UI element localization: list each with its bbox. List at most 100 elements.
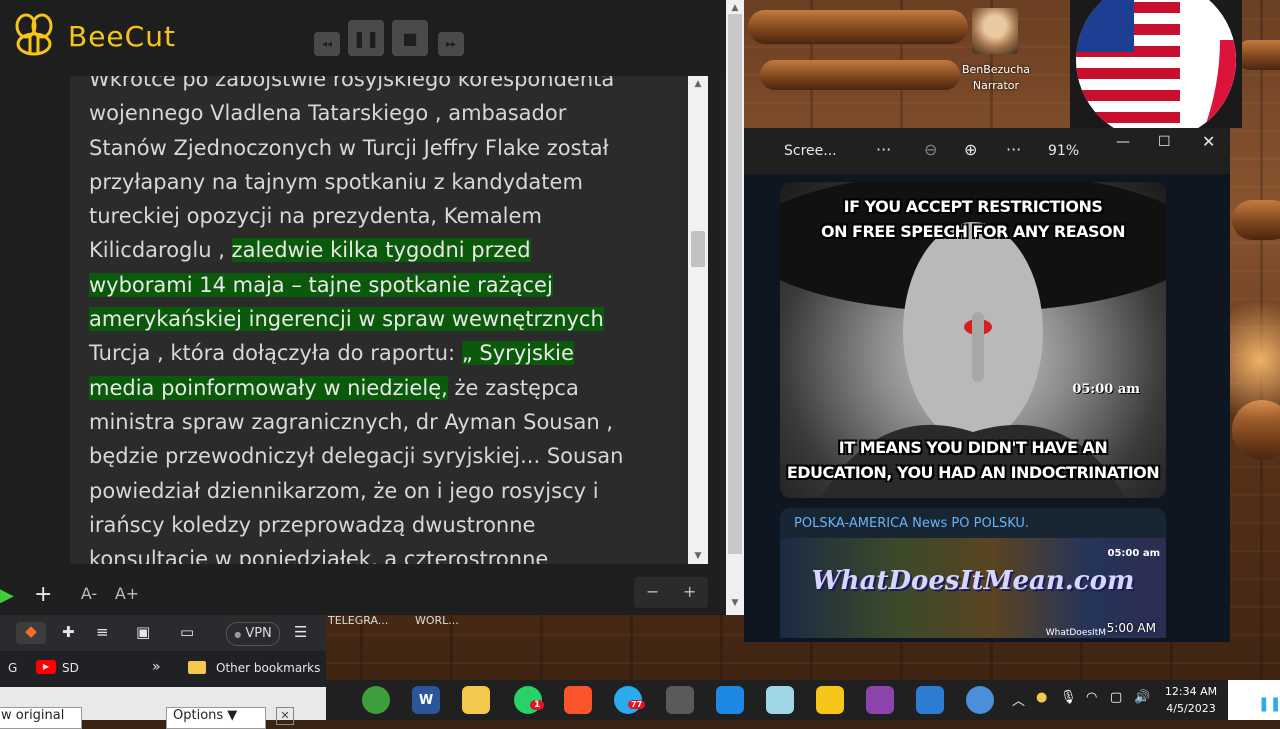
bookmark-g[interactable]: G [8, 661, 17, 675]
tab-world[interactable]: WORL... [415, 614, 459, 628]
other-bookmarks[interactable]: Other bookmarks [216, 661, 320, 675]
scrollbar-thumb[interactable] [691, 231, 705, 267]
display-icon[interactable]: ▢ [1110, 690, 1122, 705]
zoom-out-icon[interactable]: ⊖ [924, 140, 937, 159]
close-translate-button[interactable]: ✕ [276, 707, 294, 725]
beecut-taskbar-icon[interactable] [816, 686, 844, 714]
more-options-icon[interactable]: ··· [876, 140, 891, 159]
youtube-icon: ▶ [36, 660, 56, 674]
options-dropdown[interactable]: Options ▼ [166, 707, 266, 729]
wallet-icon[interactable]: ▭ [180, 623, 194, 641]
channel-name[interactable]: POLSKA-AMERICA News PO POLSKU. [794, 516, 1029, 531]
meme-line: EDUCATION, YOU HAD AN INDOCTRINATION [786, 463, 1160, 482]
channel-image-time: 05:00 am [1107, 548, 1160, 559]
tab-telegram[interactable]: TELEGRA... [328, 614, 388, 628]
rewind-button[interactable]: ◂◂ [314, 32, 340, 56]
show-original-button[interactable]: w original [0, 707, 82, 729]
scroll-up-icon[interactable]: ▲ [689, 79, 707, 89]
close-icon[interactable]: ✕ [1202, 132, 1215, 151]
tray-expand-icon[interactable]: ︿ [1012, 690, 1025, 709]
maximize-icon[interactable]: ☐ [1158, 134, 1171, 150]
stop-button[interactable]: ■ [392, 20, 428, 56]
browser-toolbar: ◆ ✚ ≡ ▣ ▭ ● VPN ☰ [0, 615, 326, 651]
wallpaper-log [748, 10, 968, 44]
post-time: 5:00 AM [1106, 621, 1156, 635]
file-explorer-icon[interactable] [462, 686, 490, 714]
microphone-icon[interactable]: 🎙 [1060, 690, 1077, 705]
window-scrollbar[interactable]: ▲ ▼ [726, 0, 744, 615]
vpn-label: VPN [245, 626, 272, 641]
viewer-title: Scree... [784, 143, 837, 159]
fast-forward-button[interactable]: ▸▸ [438, 32, 464, 56]
text-area[interactable]: Wkrótce po zabójstwie rosyjskiego koresp… [70, 76, 688, 564]
zoom-minus-button[interactable]: − [646, 582, 659, 601]
media-app-icon[interactable] [716, 686, 744, 714]
playlist-icon[interactable]: ≡ [96, 623, 109, 641]
reader-panel: Wkrótce po zabójstwie rosyjskiego koresp… [0, 68, 726, 615]
minimize-icon[interactable]: — [1116, 134, 1130, 150]
photos-icon[interactable] [916, 686, 944, 714]
text-line: irańscy koledzy przeprowadzą dwustronne [89, 512, 536, 537]
app-icon[interactable] [362, 686, 390, 714]
channel-image-text: WhatDoesItMean.com [811, 566, 1135, 596]
scroll-down-icon[interactable]: ▼ [689, 551, 707, 561]
us-poland-flag-icon [1076, 0, 1236, 128]
telegram-badge: 77 [628, 700, 646, 709]
highlighted-text: amerykańskiej ingerencji w spraw wewnętr… [89, 307, 604, 332]
word-label: W [418, 692, 434, 708]
meme-bottom-text: IT MEANS YOU DIDN'T HAVE AN EDUCATION, Y… [780, 435, 1166, 485]
volume-icon[interactable]: 🔊 [1134, 690, 1150, 705]
app-icon[interactable] [966, 686, 994, 714]
folder-app-icon[interactable] [866, 686, 894, 714]
add-icon[interactable]: + [34, 582, 52, 607]
narrator-avatar[interactable] [972, 8, 1018, 54]
snipping-tool-icon[interactable] [666, 686, 694, 714]
meme-line: ON FREE SPEECH FOR ANY REASON [820, 222, 1126, 241]
play-icon[interactable]: ▶ [0, 585, 14, 606]
bee-logo-icon [15, 13, 53, 56]
text-line: Kilicdaroglu , zaledwie kilka tygodni pr… [89, 233, 669, 267]
viewer-titlebar: Scree... ··· ⊖ ⊕ ··· 91% — ☐ ✕ [744, 128, 1230, 174]
whatsapp-icon[interactable]: 1 [514, 686, 545, 714]
vpn-button[interactable]: ● VPN [226, 622, 280, 646]
wifi-icon[interactable]: ◠ [1086, 690, 1097, 705]
clock[interactable]: 12:34 AM 4/5/2023 [1158, 683, 1224, 717]
scrollbar-thumb[interactable] [728, 14, 742, 554]
tray-app-icon[interactable]: ● [1036, 690, 1047, 705]
vpn-status-icon: ● [234, 630, 242, 639]
show-desktop-area[interactable]: ❚❚ [1228, 680, 1280, 720]
narrator-label: BenBezucha Narrator [950, 62, 1042, 94]
text-line: Wkrótce po zabójstwie rosyjskiego koresp… [89, 76, 615, 91]
zoom-in-icon[interactable]: ⊕ [964, 140, 977, 159]
channel-brand: WhatDoesItM [1045, 628, 1106, 638]
font-increase-button[interactable]: A+ [112, 578, 142, 608]
rewind-icon: ◂◂ [321, 38, 333, 50]
text-scrollbar[interactable]: ▲ ▼ [688, 76, 708, 564]
brave-browser-icon[interactable] [564, 686, 592, 714]
bookmark-sd[interactable]: SD [62, 661, 79, 675]
telegram-icon[interactable]: 77 [614, 686, 646, 714]
text-segment: Turcja , która dołączyła do raportu: [89, 341, 462, 366]
more-icon[interactable]: ··· [1006, 140, 1021, 159]
more-bookmarks-button[interactable]: » [152, 659, 161, 675]
meme-image: IF YOU ACCEPT RESTRICTIONS ON FREE SPEEC… [780, 182, 1166, 498]
brave-shield-icon[interactable]: ◆ [16, 622, 46, 644]
word-icon[interactable]: W [412, 686, 440, 714]
pause-button[interactable]: ❚❚ [348, 20, 384, 56]
notes-icon[interactable] [766, 686, 794, 714]
meme-top-text: IF YOU ACCEPT RESTRICTIONS ON FREE SPEEC… [780, 194, 1166, 244]
bookmarks-bar: G ▶ SD » Other bookmarks [0, 653, 326, 683]
text-line: będzie przewodniczył delegacji syryjskie… [89, 444, 624, 469]
zoom-plus-button[interactable]: + [683, 582, 696, 601]
menu-icon[interactable]: ☰ [294, 623, 307, 641]
narrator-role: Narrator [972, 79, 1020, 92]
scroll-down-icon[interactable]: ▼ [726, 598, 744, 608]
channel-post[interactable]: POLSKA-AMERICA News PO POLSKU. 05:00 am … [780, 508, 1166, 638]
text-line: tureckiej opozycji na prezydenta, Kemale… [89, 204, 542, 229]
wallpaper-log [760, 60, 960, 90]
scroll-up-icon[interactable]: ▲ [726, 3, 744, 13]
extensions-icon[interactable]: ✚ [62, 623, 75, 641]
font-decrease-button[interactable]: A- [74, 578, 104, 608]
article-text: Wkrótce po zabójstwie rosyjskiego koresp… [89, 76, 669, 564]
sidebar-icon[interactable]: ▣ [136, 623, 150, 641]
